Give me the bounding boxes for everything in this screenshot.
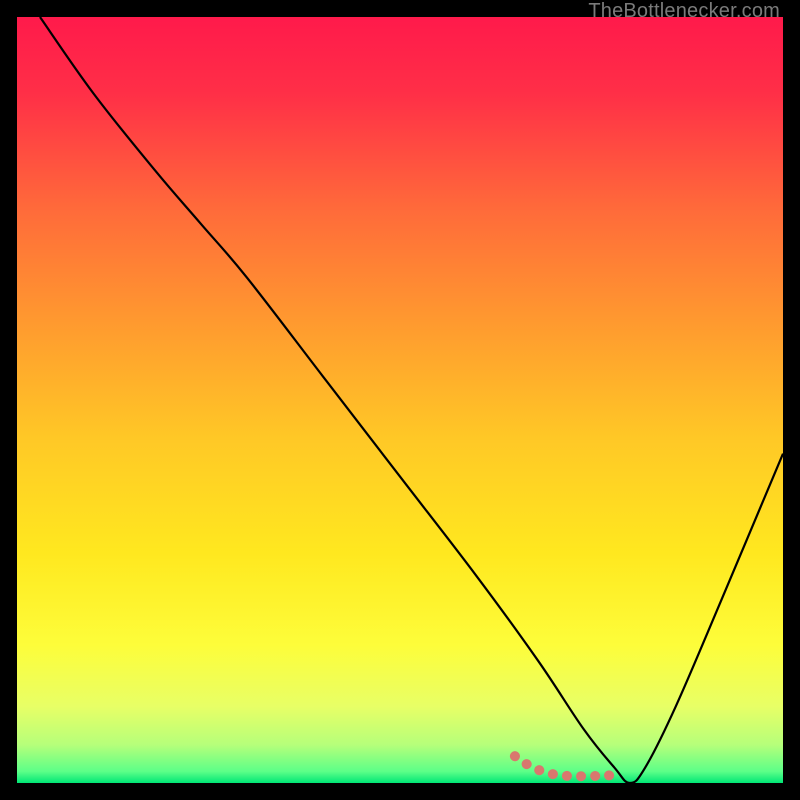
- watermark-text: TheBottlenecker.com: [588, 0, 780, 23]
- chart-svg: [17, 17, 783, 783]
- chart-gradient-bg: [17, 17, 783, 783]
- chart-frame: [17, 17, 783, 783]
